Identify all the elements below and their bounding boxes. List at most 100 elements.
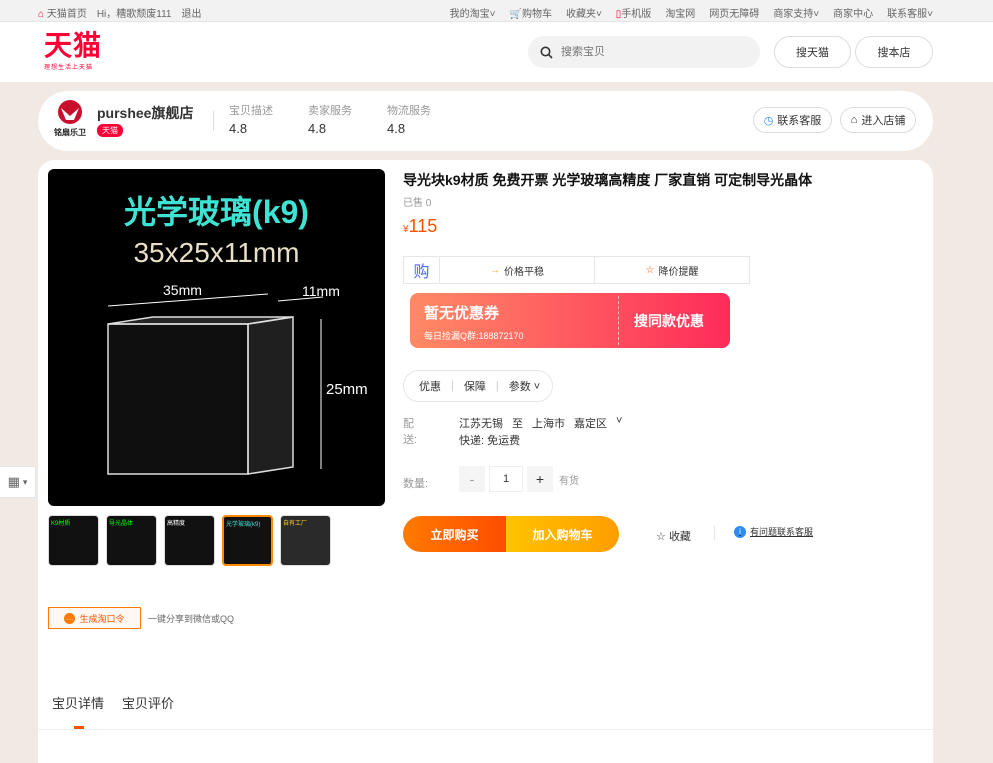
mobile-link[interactable]: ▯手机版 [616, 5, 652, 20]
product-title: 导光块k9材质 免费开票 光学玻璃高精度 厂家直销 可定制导光晶体 [403, 172, 813, 188]
main-product-image[interactable]: 光学玻璃(k9) 35x25x11mm 35mm 11mm 25mm [48, 169, 385, 506]
divider [213, 111, 214, 131]
rating-label: 卖家服务 [308, 105, 352, 117]
merchant-support-link[interactable]: 商家支持˅ [773, 5, 819, 20]
shop-logo[interactable]: 铭扇乐卫 [50, 98, 90, 144]
thumbnail[interactable]: 高精度 [164, 515, 215, 566]
info-tabs: 优惠 | 保障 | 参数 ˅ [403, 370, 553, 402]
store-icon: ⌂ [850, 114, 858, 126]
thumbnail[interactable]: K9材质 [48, 515, 99, 566]
price-stable-button[interactable]: → 价格平稳 [440, 257, 594, 283]
logout-link[interactable]: 退出 [181, 5, 201, 20]
search-box[interactable] [528, 36, 760, 68]
quantity-plus-button[interactable]: + [527, 466, 553, 492]
contact-service-label: 联系客服 [777, 115, 822, 127]
dimension-label: 11mm [302, 283, 340, 299]
rating-logistics: 物流服务 4.8 [387, 102, 431, 136]
top-bar: ⌂ 天猫首页 Hi，糟歌颓废111 退出 我的淘宝˅ 🛒购物车 收藏夹˅ ▯手机… [0, 0, 993, 22]
search-store-button[interactable]: 搜本店 [855, 36, 933, 68]
coupon-banner[interactable]: 暂无优惠券 每日捡漏Q群:188872170 搜同款优惠 [410, 293, 730, 348]
chat-bubble-icon: … [64, 612, 76, 624]
rating-value: 4.8 [308, 121, 327, 136]
favorite-button[interactable]: ☆ 收藏 [656, 528, 691, 544]
contact-service-link-label: 有问题联系客服 [750, 527, 814, 537]
my-taobao-label: 我的淘宝 [449, 9, 490, 20]
star-icon: ☆ [656, 531, 666, 543]
merchant-center-link[interactable]: 商家中心 [833, 5, 873, 20]
cart-icon: 🛒 [509, 9, 522, 20]
thumbnail-label: 高精度 [167, 521, 186, 527]
rating-description: 宝贝描述 4.8 [229, 102, 273, 136]
tab-reviews[interactable]: 宝贝评价 [122, 693, 174, 712]
share-tip: 一键分享到微信或QQ [148, 614, 235, 624]
coupon-title: 暂无优惠券 [424, 305, 500, 322]
ship-to-word: 至 [512, 418, 523, 430]
search-input[interactable] [561, 46, 741, 58]
price-tools: 购 → 价格平稳 ☆ 降价提醒 [403, 256, 750, 284]
add-to-cart-button[interactable]: 加入购物车 [506, 516, 619, 552]
ship-to-district: 嘉定区 [574, 418, 607, 430]
glass-block-illustration [107, 293, 324, 475]
tmall-badge: 天猫 [97, 124, 123, 137]
rating-value: 4.8 [387, 121, 406, 136]
delivery-route[interactable]: 江苏无锡 至 上海市 嘉定区 ˅ [459, 415, 622, 431]
site-header: 天猫 理想生活上天猫 搜天猫 搜本店 [0, 22, 993, 82]
rating-label: 宝贝描述 [229, 105, 273, 117]
chevron-down-icon: ˅ [616, 415, 623, 427]
favorites-link[interactable]: 收藏夹˅ [566, 5, 602, 20]
home-link[interactable]: ⌂ 天猫首页 [38, 5, 87, 20]
contact-service-link[interactable]: i 有问题联系客服 [734, 525, 813, 538]
tab-details[interactable]: 宝贝详情 [52, 693, 104, 712]
separator: | [495, 380, 499, 392]
tab-discount[interactable]: 优惠 [419, 378, 441, 394]
contact-link[interactable]: 联系客服˅ [887, 5, 933, 20]
contact-service-button[interactable]: ◷ 联系客服 [753, 107, 832, 133]
shop-name[interactable]: purshee旗舰店 [97, 103, 193, 123]
delivery-label: 配送: [403, 418, 418, 446]
tab-params[interactable]: 参数 ˅ [509, 378, 541, 394]
quantity-label: 数量: [403, 478, 429, 490]
search-tmall-button[interactable]: 搜天猫 [774, 36, 851, 68]
my-taobao-link[interactable]: 我的淘宝˅ [450, 5, 496, 20]
shipping-fee: 快递: 免运费 [459, 435, 521, 447]
price-alert-button[interactable]: ☆ 降价提醒 [594, 257, 749, 283]
coupon-action[interactable]: 搜同款优惠 [634, 311, 704, 331]
coupon-subtitle: 每日捡漏Q群:188872170 [424, 331, 524, 341]
quantity-minus-button[interactable]: - [459, 466, 485, 492]
chevron-down-icon: ˅ [595, 9, 602, 20]
dimension-label: 35mm [163, 282, 202, 298]
arrow-right-icon: → [490, 264, 500, 276]
side-qr-toggle[interactable]: ▦ ▾ [0, 466, 36, 498]
logo-text: 天猫 [44, 30, 103, 61]
thumbnail[interactable]: 自有工厂 [280, 515, 331, 566]
enter-store-button[interactable]: ⌂ 进入店铺 [840, 107, 916, 133]
buy-tag-icon: 购 [404, 257, 440, 283]
taobao-link[interactable]: 淘宝网 [665, 5, 695, 20]
contact-label: 联系客服 [887, 9, 928, 20]
home-label: 天猫首页 [46, 9, 87, 20]
tab-guarantee[interactable]: 保障 [464, 378, 486, 394]
cart-link[interactable]: 🛒购物车 [510, 5, 552, 20]
logo-slogan: 理想生活上天猫 [44, 65, 94, 71]
tmall-logo[interactable]: 天猫 理想生活上天猫 [44, 30, 114, 74]
stock-status: 有货 [559, 475, 579, 487]
purchase-buttons: 立即购买 加入购物车 [403, 516, 619, 552]
chevron-down-icon: ˅ [927, 9, 933, 20]
thumbnail-label: 光学玻璃(k9) [226, 522, 261, 528]
quantity-input[interactable]: 1 [489, 466, 523, 492]
generate-share-code-button[interactable]: … 生成淘口令 [48, 607, 141, 629]
cart-label: 购物车 [521, 9, 552, 20]
thumbnail[interactable]: 导光晶体 [106, 515, 157, 566]
thumbnail-selected[interactable]: 光学玻璃(k9) [222, 515, 273, 566]
mobile-label: 手机版 [621, 9, 652, 20]
buy-now-button[interactable]: 立即购买 [403, 516, 506, 552]
barrier-free-link[interactable]: 网页无障碍 [709, 5, 759, 20]
enter-store-label: 进入店铺 [861, 115, 906, 127]
dimension-label: 25mm [326, 381, 368, 398]
ship-from: 江苏无锡 [459, 418, 503, 430]
chevron-down-icon: ▾ [22, 476, 28, 487]
clock-icon: ◷ [763, 114, 774, 127]
rating-value: 4.8 [229, 121, 248, 136]
shop-bar: 铭扇乐卫 purshee旗舰店 天猫 宝贝描述 4.8 卖家服务 4.8 物流服… [38, 91, 933, 151]
price-alert-label: 降价提醒 [658, 266, 699, 278]
